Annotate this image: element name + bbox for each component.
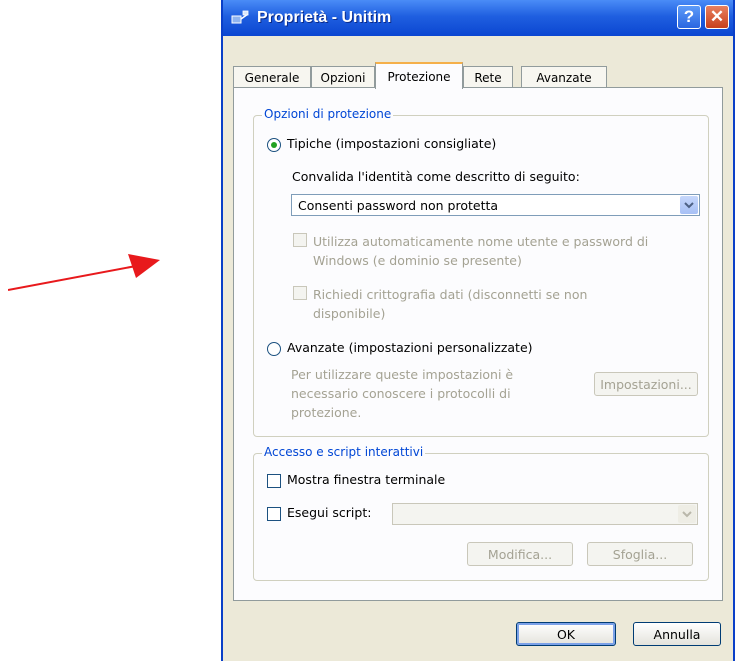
- cancel-button[interactable]: Annulla: [633, 622, 721, 646]
- help-button[interactable]: ?: [677, 5, 701, 29]
- chevron-down-icon: [680, 196, 698, 214]
- auto-credentials-label: Utilizza automaticamente nome utente e p…: [313, 234, 649, 268]
- advanced-label: Avanzate (impostazioni personalizzate): [287, 340, 533, 355]
- require-encryption-label: Richiedi crittografia dati (disconnetti …: [313, 287, 588, 321]
- tab-rete[interactable]: Rete: [463, 66, 513, 88]
- tab-avanzate[interactable]: Avanzate: [521, 66, 607, 88]
- tab-protezione[interactable]: Protezione: [375, 62, 463, 89]
- run-script-checkbox[interactable]: [267, 507, 281, 521]
- validate-identity-select[interactable]: Consenti password non protetta: [291, 194, 700, 216]
- close-icon: ✕: [709, 7, 725, 26]
- button-label: Sfoglia...: [612, 546, 668, 562]
- advanced-radio[interactable]: [267, 342, 281, 356]
- tab-label: Protezione: [387, 69, 451, 84]
- button-label: Modifica...: [487, 546, 553, 562]
- browse-script-button[interactable]: Sfoglia...: [587, 542, 693, 566]
- settings-button[interactable]: Impostazioni...: [594, 372, 698, 396]
- button-label: Annulla: [653, 626, 701, 642]
- advanced-help-text: Per utilizzare queste impostazioni è nec…: [291, 367, 514, 420]
- protection-options-group: Opzioni di protezione Tipiche (impostazi…: [253, 107, 709, 437]
- button-label: OK: [556, 626, 576, 642]
- interactive-access-group: Accesso e script interattivi Mostra fine…: [253, 445, 709, 581]
- show-terminal-checkbox[interactable]: [267, 474, 281, 488]
- validate-identity-label: Convalida l'identità come descritto di s…: [292, 169, 580, 184]
- typical-label: Tipiche (impostazioni consigliate): [287, 136, 497, 151]
- tab-label: Rete: [474, 70, 502, 85]
- help-icon: ?: [683, 7, 695, 26]
- show-terminal-label: Mostra finestra terminale: [287, 472, 446, 487]
- chevron-down-icon: [678, 505, 696, 523]
- close-button[interactable]: ✕: [705, 5, 729, 29]
- typical-radio[interactable]: [267, 138, 281, 152]
- ok-button[interactable]: OK: [516, 622, 616, 646]
- edit-script-button[interactable]: Modifica...: [467, 542, 573, 566]
- window-title: Proprietà - Unitim: [257, 9, 392, 26]
- group-legend: Opzioni di protezione: [262, 107, 394, 121]
- red-arrow-annotation: [8, 254, 160, 291]
- selected-value: Consenti password non protetta: [298, 198, 499, 213]
- auto-credentials-checkbox[interactable]: [293, 233, 307, 247]
- title-bar: Proprietà - Unitim ? ✕: [223, 0, 733, 36]
- tab-panel-protezione: Opzioni di protezione Tipiche (impostazi…: [233, 87, 723, 601]
- require-encryption-checkbox[interactable]: [293, 286, 307, 300]
- run-script-label: Esegui script:: [287, 505, 372, 520]
- properties-dialog: Proprietà - Unitim ? ✕ Generale Opzioni …: [221, 0, 735, 661]
- tab-opzioni[interactable]: Opzioni: [311, 66, 375, 88]
- network-connection-icon: [231, 9, 249, 27]
- tab-label: Generale: [244, 70, 300, 85]
- tab-label: Avanzate: [536, 70, 592, 85]
- tab-generale[interactable]: Generale: [233, 66, 311, 88]
- script-select[interactable]: [392, 503, 698, 525]
- group-legend: Accesso e script interattivi: [262, 445, 426, 459]
- button-label: Impostazioni...: [600, 376, 692, 392]
- tab-label: Opzioni: [320, 70, 366, 85]
